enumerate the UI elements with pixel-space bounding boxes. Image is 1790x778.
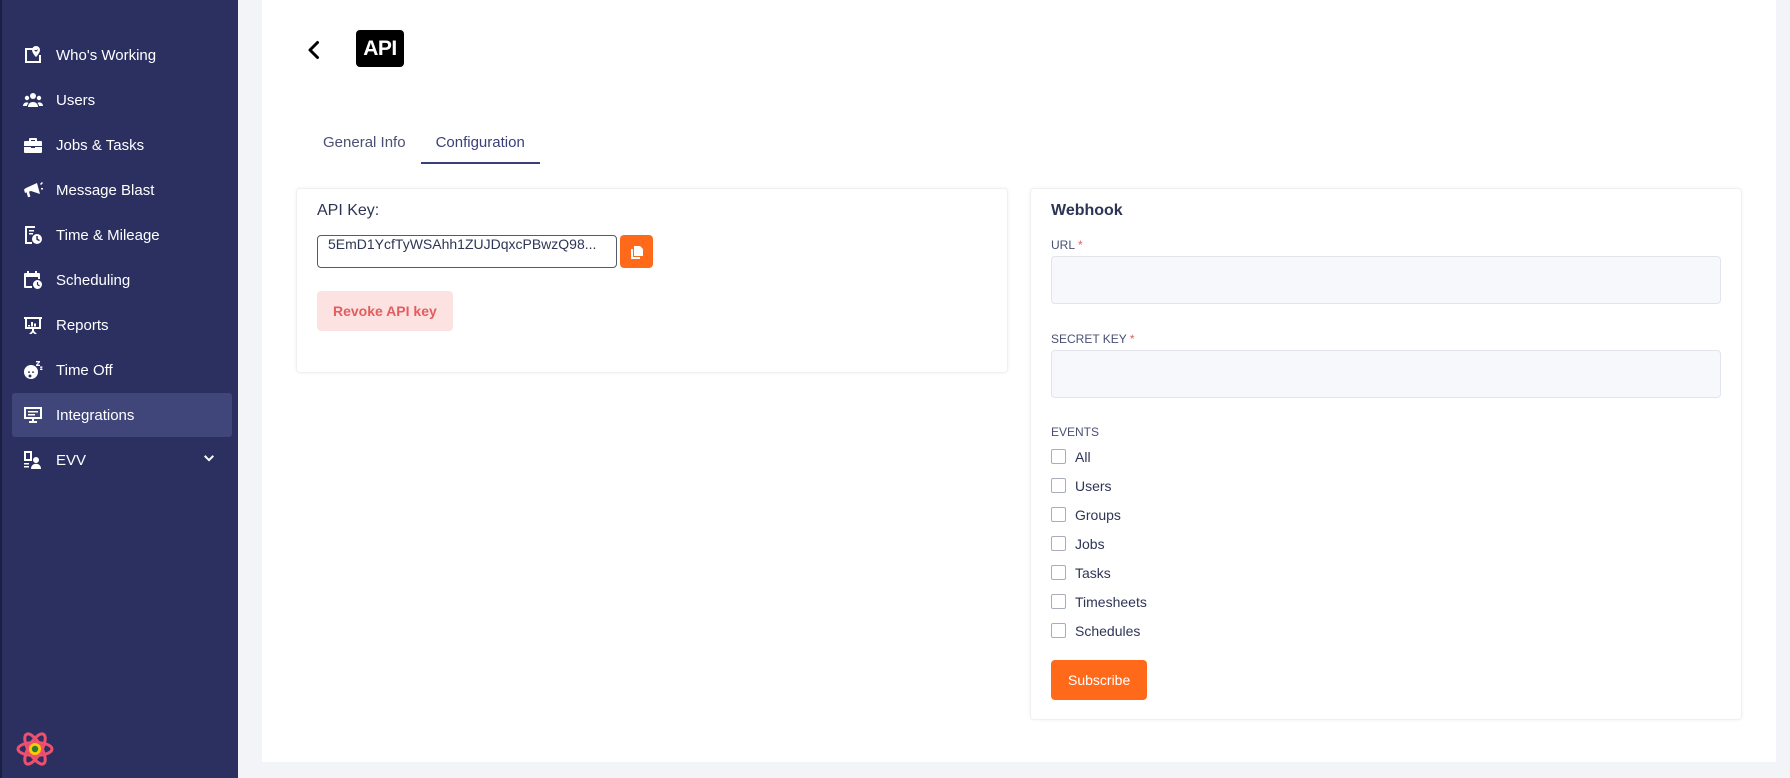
- sidebar-item-users[interactable]: Users: [12, 78, 232, 122]
- event-option-users[interactable]: Users: [1051, 471, 1147, 500]
- sidebar: Who's Working Users Jobs & Tasks Message…: [0, 0, 238, 778]
- sidebar-item-jobs-tasks[interactable]: Jobs & Tasks: [12, 123, 232, 167]
- url-input[interactable]: [1051, 256, 1721, 304]
- tab-general-info[interactable]: General Info: [308, 124, 421, 164]
- event-option-schedules[interactable]: Schedules: [1051, 616, 1147, 645]
- checkbox[interactable]: [1051, 478, 1066, 493]
- sidebar-item-label: Scheduling: [56, 271, 131, 289]
- checkbox[interactable]: [1051, 623, 1066, 638]
- required-mark: *: [1078, 238, 1083, 252]
- sidebar-item-label: Users: [56, 91, 96, 109]
- checkbox[interactable]: [1051, 449, 1066, 464]
- sidebar-item-scheduling[interactable]: Scheduling: [12, 258, 232, 302]
- event-option-jobs[interactable]: Jobs: [1051, 529, 1147, 558]
- sidebar-item-label: EVV: [56, 451, 87, 469]
- checkbox[interactable]: [1051, 536, 1066, 551]
- event-option-tasks[interactable]: Tasks: [1051, 558, 1147, 587]
- api-key-label: API Key:: [317, 202, 380, 219]
- sidebar-item-time-off[interactable]: Time Off: [12, 348, 232, 392]
- url-label-text: URL: [1051, 238, 1076, 252]
- event-label: All: [1075, 448, 1091, 465]
- tab-bar: General Info Configuration: [308, 124, 540, 164]
- api-logo: API: [356, 30, 404, 67]
- sleeping-face-icon: [22, 359, 44, 381]
- sidebar-item-label: Reports: [56, 316, 109, 334]
- events-list: All Users Groups Jobs Tasks Timesheets S…: [1051, 442, 1147, 645]
- presentation-chart-icon: [22, 314, 44, 336]
- react-logo-icon: [16, 730, 54, 768]
- event-option-timesheets[interactable]: Timesheets: [1051, 587, 1147, 616]
- api-key-card: API Key: 5EmD1YcfTyWSAhh1ZUJDqxcPBwzQ98.…: [296, 188, 1008, 373]
- webhook-title: Webhook: [1051, 202, 1123, 219]
- sidebar-item-time-mileage[interactable]: Time & Mileage: [12, 213, 232, 257]
- sidebar-item-integrations[interactable]: Integrations: [12, 393, 232, 437]
- event-label: Tasks: [1075, 564, 1111, 581]
- calendar-clock-icon: [22, 269, 44, 291]
- event-label: Timesheets: [1075, 593, 1147, 610]
- sidebar-item-label: Jobs & Tasks: [56, 136, 145, 154]
- api-key-field[interactable]: 5EmD1YcfTyWSAhh1ZUJDqxcPBwzQ98...: [317, 235, 617, 268]
- sidebar-item-label: Time Off: [56, 361, 113, 379]
- timesheet-icon: [22, 224, 44, 246]
- events-label: EVENTS: [1051, 425, 1100, 439]
- event-label: Schedules: [1075, 622, 1141, 639]
- checkbox[interactable]: [1051, 507, 1066, 522]
- checkbox[interactable]: [1051, 565, 1066, 580]
- main-content: API General Info Configuration API Key: …: [262, 0, 1776, 762]
- tab-configuration[interactable]: Configuration: [420, 124, 540, 164]
- copy-icon: [630, 245, 643, 259]
- sidebar-item-label: Time & Mileage: [56, 226, 160, 244]
- back-button[interactable]: [302, 38, 326, 62]
- secret-key-label-text: SECRET KEY: [1051, 332, 1127, 346]
- sidebar-item-reports[interactable]: Reports: [12, 303, 232, 347]
- required-mark: *: [1129, 332, 1135, 346]
- monitor-icon: [22, 404, 44, 426]
- secret-key-label: SECRET KEY *: [1051, 332, 1134, 346]
- copy-api-key-button[interactable]: [620, 235, 653, 268]
- chevron-left-icon: [308, 41, 319, 59]
- users-icon: [22, 89, 44, 111]
- event-label: Users: [1075, 477, 1112, 494]
- secret-key-input[interactable]: [1051, 350, 1721, 398]
- sidebar-item-whos-working[interactable]: Who's Working: [12, 33, 232, 77]
- event-label: Jobs: [1075, 535, 1105, 552]
- sidebar-item-label: Integrations: [56, 406, 135, 424]
- checkbox[interactable]: [1051, 594, 1066, 609]
- subscribe-button[interactable]: Subscribe: [1051, 660, 1148, 700]
- webhook-card: Webhook URL * SECRET KEY * EVENTS All User…: [1030, 188, 1742, 720]
- sidebar-item-evv[interactable]: EVV: [12, 438, 232, 482]
- sidebar-item-label: Who's Working: [56, 46, 157, 64]
- event-option-groups[interactable]: Groups: [1051, 500, 1147, 529]
- briefcase-icon: [22, 134, 44, 156]
- event-label: Groups: [1075, 506, 1121, 523]
- sidebar-item-message-blast[interactable]: Message Blast: [12, 168, 232, 212]
- revoke-api-key-button[interactable]: Revoke API key: [317, 291, 453, 331]
- url-label: URL *: [1051, 238, 1083, 252]
- megaphone-icon: [22, 179, 44, 201]
- event-option-all[interactable]: All: [1051, 442, 1147, 471]
- map-pin-icon: [22, 44, 44, 66]
- user-badge-icon: [22, 449, 44, 471]
- chevron-down-icon[interactable]: [202, 452, 216, 466]
- sidebar-item-label: Message Blast: [56, 181, 155, 199]
